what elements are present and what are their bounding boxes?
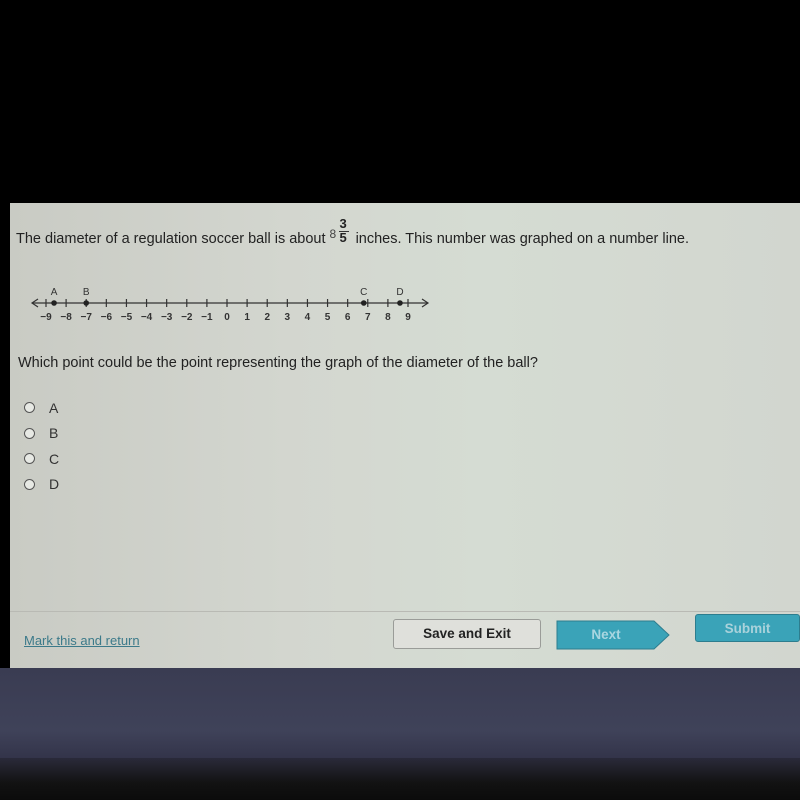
tick-label: −4 <box>141 312 153 323</box>
tick-label: −8 <box>60 312 72 323</box>
question-panel: The diameter of a regulation soccer ball… <box>10 203 800 668</box>
tick-label: 6 <box>345 312 351 323</box>
tick-label: 2 <box>264 312 270 323</box>
monitor-bezel <box>0 758 800 800</box>
question-text-after: inches. This number was graphed on a num… <box>355 231 690 247</box>
radio-button[interactable] <box>24 478 35 490</box>
option-label: B <box>49 425 59 442</box>
question-text: The diameter of a regulation soccer ball… <box>16 216 690 247</box>
tick-label: −6 <box>101 312 113 323</box>
mixed-number-whole: 8 <box>329 227 337 241</box>
question-text-before: The diameter of a regulation soccer ball… <box>16 231 326 247</box>
mixed-number-denominator: 5 <box>339 230 347 245</box>
mixed-number: 8 3 5 <box>329 216 352 245</box>
tick-label: 1 <box>244 312 250 323</box>
radio-button[interactable] <box>24 402 35 414</box>
point-c-label: C <box>360 287 367 298</box>
tick-label: 5 <box>325 312 331 323</box>
tick-label: −2 <box>181 312 193 323</box>
point-a-dot <box>51 300 57 306</box>
tick-label: 4 <box>305 312 311 323</box>
dark-background-bottom <box>0 668 800 758</box>
tick-label: −9 <box>40 312 52 323</box>
tick-label: 0 <box>224 312 230 323</box>
mark-this-and-return-link[interactable]: Mark this and return <box>24 633 140 648</box>
point-c-dot <box>360 300 367 306</box>
tick-label: −7 <box>81 312 93 323</box>
next-button-label: Next <box>591 627 621 642</box>
tick-label: −5 <box>121 312 133 323</box>
next-button[interactable]: Next <box>556 620 671 650</box>
tick-label: 7 <box>365 312 371 323</box>
point-d-label: D <box>396 287 403 298</box>
mixed-number-numerator: 3 <box>339 216 347 231</box>
option-a[interactable]: A <box>24 395 59 421</box>
option-label: D <box>49 476 60 493</box>
option-label: C <box>49 450 60 467</box>
tick-label: −1 <box>201 312 213 323</box>
option-label: A <box>49 399 59 416</box>
tick-label: 9 <box>405 312 411 323</box>
question-prompt: Which point could be the point represent… <box>18 355 538 371</box>
option-d[interactable]: D <box>24 472 59 498</box>
point-b-label: B <box>83 287 90 298</box>
point-b-dot <box>83 300 90 306</box>
tick-label: 3 <box>285 312 291 323</box>
tick-label: −3 <box>161 312 173 323</box>
point-d-dot <box>397 300 403 306</box>
option-c[interactable]: C <box>24 446 59 472</box>
option-b[interactable]: B <box>24 421 59 447</box>
footer-divider <box>10 611 800 612</box>
dark-background-top <box>0 0 800 203</box>
tick-label: 8 <box>385 312 391 323</box>
number-line: −9 −8 −7 −6 −5 −4 −3 −2 −1 0 1 2 3 4 5 6 7 8 9 A B C D <box>30 287 430 323</box>
point-a-label: A <box>51 287 58 298</box>
radio-button[interactable] <box>24 453 35 465</box>
save-and-exit-button[interactable]: Save and Exit <box>393 619 541 649</box>
submit-button[interactable]: Submit <box>695 614 800 642</box>
answer-options: A B C D <box>24 395 59 497</box>
radio-button[interactable] <box>24 427 35 439</box>
